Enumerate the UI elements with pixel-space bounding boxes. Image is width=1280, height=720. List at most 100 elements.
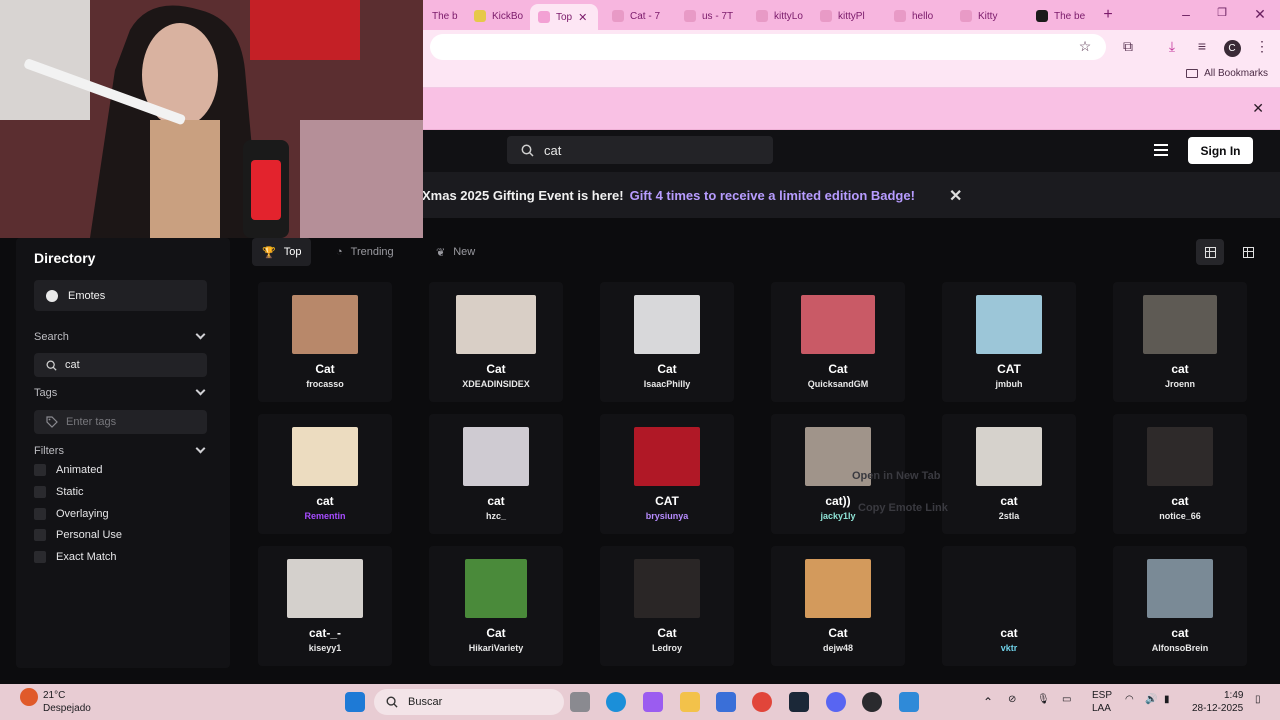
emote-card[interactable]: Cat QuicksandGM <box>771 282 905 402</box>
task-view-icon[interactable] <box>570 692 590 712</box>
emote-author[interactable]: notice_66 <box>1113 511 1247 521</box>
tags-section-toggle[interactable]: Tags <box>34 385 207 399</box>
hamburger-menu-icon[interactable] <box>1154 144 1168 156</box>
microphone-icon[interactable]: 🎙 <box>1037 694 1050 705</box>
tab-top[interactable]: 🏆 Top <box>252 238 312 266</box>
checkbox[interactable] <box>34 464 46 476</box>
emote-author[interactable]: dejw48 <box>771 643 905 653</box>
emote-thumbnail[interactable] <box>634 427 700 486</box>
info-bar-close-icon[interactable]: ✕ <box>1252 100 1264 117</box>
download-icon[interactable]: ⤓ <box>1162 37 1182 55</box>
emote-thumbnail[interactable] <box>1147 427 1213 486</box>
sign-in-button[interactable]: Sign In <box>1188 137 1253 164</box>
emote-card[interactable]: cat vktr <box>942 546 1076 666</box>
browser-tab[interactable]: us - 7T <box>676 4 746 28</box>
emote-author[interactable]: jmbuh <box>942 379 1076 389</box>
emote-card[interactable]: cat AlfonsoBrein <box>1113 546 1247 666</box>
minimize-icon[interactable]: – <box>1176 6 1196 22</box>
emote-thumbnail[interactable] <box>292 295 358 354</box>
language-line-1[interactable]: ESP <box>1092 690 1112 701</box>
restore-icon[interactable]: ❐ <box>1212 6 1232 19</box>
banner-close-icon[interactable]: ✕ <box>949 186 962 206</box>
tab-close-icon[interactable]: ✕ <box>578 11 587 24</box>
emote-author[interactable]: kiseyy1 <box>258 643 392 653</box>
checkbox[interactable] <box>34 508 46 520</box>
browser-tab[interactable]: Cat - 7 <box>604 4 672 28</box>
tags-input[interactable]: Enter tags <box>34 410 207 434</box>
emote-card[interactable]: CAT jmbuh <box>942 282 1076 402</box>
file-explorer-icon[interactable] <box>680 692 700 712</box>
chrome-icon[interactable] <box>752 692 772 712</box>
discord-icon[interactable] <box>826 692 846 712</box>
browser-tab[interactable]: kittyLo <box>748 4 810 28</box>
emote-author[interactable]: vktr <box>942 643 1076 653</box>
emote-card[interactable]: cat 2stla <box>942 414 1076 534</box>
emote-thumbnail[interactable] <box>465 559 527 618</box>
emote-card[interactable]: Cat dejw48 <box>771 546 905 666</box>
notification-icon[interactable]: ▯ <box>1255 694 1261 705</box>
browser-tab[interactable]: hello <box>886 4 948 28</box>
emote-author[interactable]: Rementin <box>258 511 392 521</box>
filter-animated[interactable]: Animated <box>34 464 102 476</box>
emote-card[interactable]: Cat frocasso <box>258 282 392 402</box>
browser-tab[interactable]: The be <box>424 4 458 28</box>
copilot-icon[interactable] <box>643 692 663 712</box>
chat-icon[interactable]: ▭ <box>1062 694 1071 705</box>
profile-avatar[interactable]: C <box>1222 37 1242 57</box>
emote-card[interactable]: Cat XDEADINSIDEX <box>429 282 563 402</box>
emote-thumbnail[interactable] <box>463 427 529 486</box>
emote-author[interactable]: AlfonsoBrein <box>1113 643 1247 653</box>
browser-tab-active[interactable]: Top ✕ <box>530 4 598 30</box>
emote-card[interactable]: Cat HikariVariety <box>429 546 563 666</box>
tab-new[interactable]: ❦ New <box>426 238 485 266</box>
tray-chevron-up-icon[interactable]: ⌃ <box>983 695 993 709</box>
emote-thumbnail[interactable] <box>1143 295 1217 354</box>
media-control-icon[interactable]: ≡ <box>1192 37 1212 55</box>
windows-start-icon[interactable] <box>345 692 365 712</box>
emote-thumbnail[interactable] <box>634 295 700 354</box>
site-search-input[interactable]: cat <box>507 136 773 164</box>
volume-icon[interactable]: 🔊 <box>1145 694 1157 705</box>
emote-card[interactable]: cat Rementin <box>258 414 392 534</box>
emote-author[interactable]: 2stla <box>942 511 1076 521</box>
list-view-button[interactable] <box>1234 239 1262 265</box>
tab-trending[interactable]: ◔ Trending <box>326 238 404 266</box>
store-icon[interactable] <box>716 692 736 712</box>
emote-author[interactable]: IsaacPhilly <box>600 379 734 389</box>
emote-card[interactable]: CAT brysiunya <box>600 414 734 534</box>
filter-overlaying[interactable]: Overlaying <box>34 508 109 520</box>
emote-thumbnail[interactable] <box>456 295 536 354</box>
filter-personal-use[interactable]: Personal Use <box>34 529 122 541</box>
emote-author[interactable]: QuicksandGM <box>771 379 905 389</box>
emote-card[interactable]: cat hzc_ <box>429 414 563 534</box>
banner-link[interactable]: Gift 4 times to receive a limited editio… <box>630 188 915 203</box>
emote-thumbnail[interactable] <box>801 295 875 354</box>
browser-tab[interactable]: kittyPl <box>812 4 882 28</box>
emote-author[interactable]: brysiunya <box>600 511 734 521</box>
emote-thumbnail[interactable] <box>292 427 358 486</box>
edge-icon[interactable] <box>606 692 626 712</box>
filters-section-toggle[interactable]: Filters <box>34 443 207 457</box>
clock-date[interactable]: 28-12-2025 <box>1192 703 1243 714</box>
emote-author[interactable]: HikariVariety <box>429 643 563 653</box>
emote-card[interactable]: Cat IsaacPhilly <box>600 282 734 402</box>
emote-thumbnail[interactable] <box>976 427 1042 486</box>
checkbox[interactable] <box>34 486 46 498</box>
browser-menu-icon[interactable]: ⋮ <box>1252 37 1272 55</box>
emote-thumbnail[interactable] <box>976 295 1042 354</box>
new-tab-button[interactable]: + <box>1098 6 1118 24</box>
browser-tab[interactable]: KickBo <box>466 4 526 28</box>
emote-thumbnail[interactable] <box>287 559 363 618</box>
sidebar-search-input[interactable]: cat <box>34 353 207 377</box>
bookmark-star-icon[interactable]: ☆ <box>1075 37 1095 55</box>
wifi-icon[interactable]: ◠ <box>1125 694 1134 705</box>
checkbox[interactable] <box>34 551 46 563</box>
emote-author[interactable]: XDEADINSIDEX <box>429 379 563 389</box>
emotes-nav-button[interactable]: Emotes <box>34 280 207 311</box>
steam-icon[interactable] <box>789 692 809 712</box>
taskbar-search[interactable]: Buscar <box>374 689 564 715</box>
emote-author[interactable]: hzc_ <box>429 511 563 521</box>
emote-author[interactable]: Ledroy <box>600 643 734 653</box>
filter-static[interactable]: Static <box>34 486 84 498</box>
language-line-2[interactable]: LAA <box>1092 703 1111 714</box>
